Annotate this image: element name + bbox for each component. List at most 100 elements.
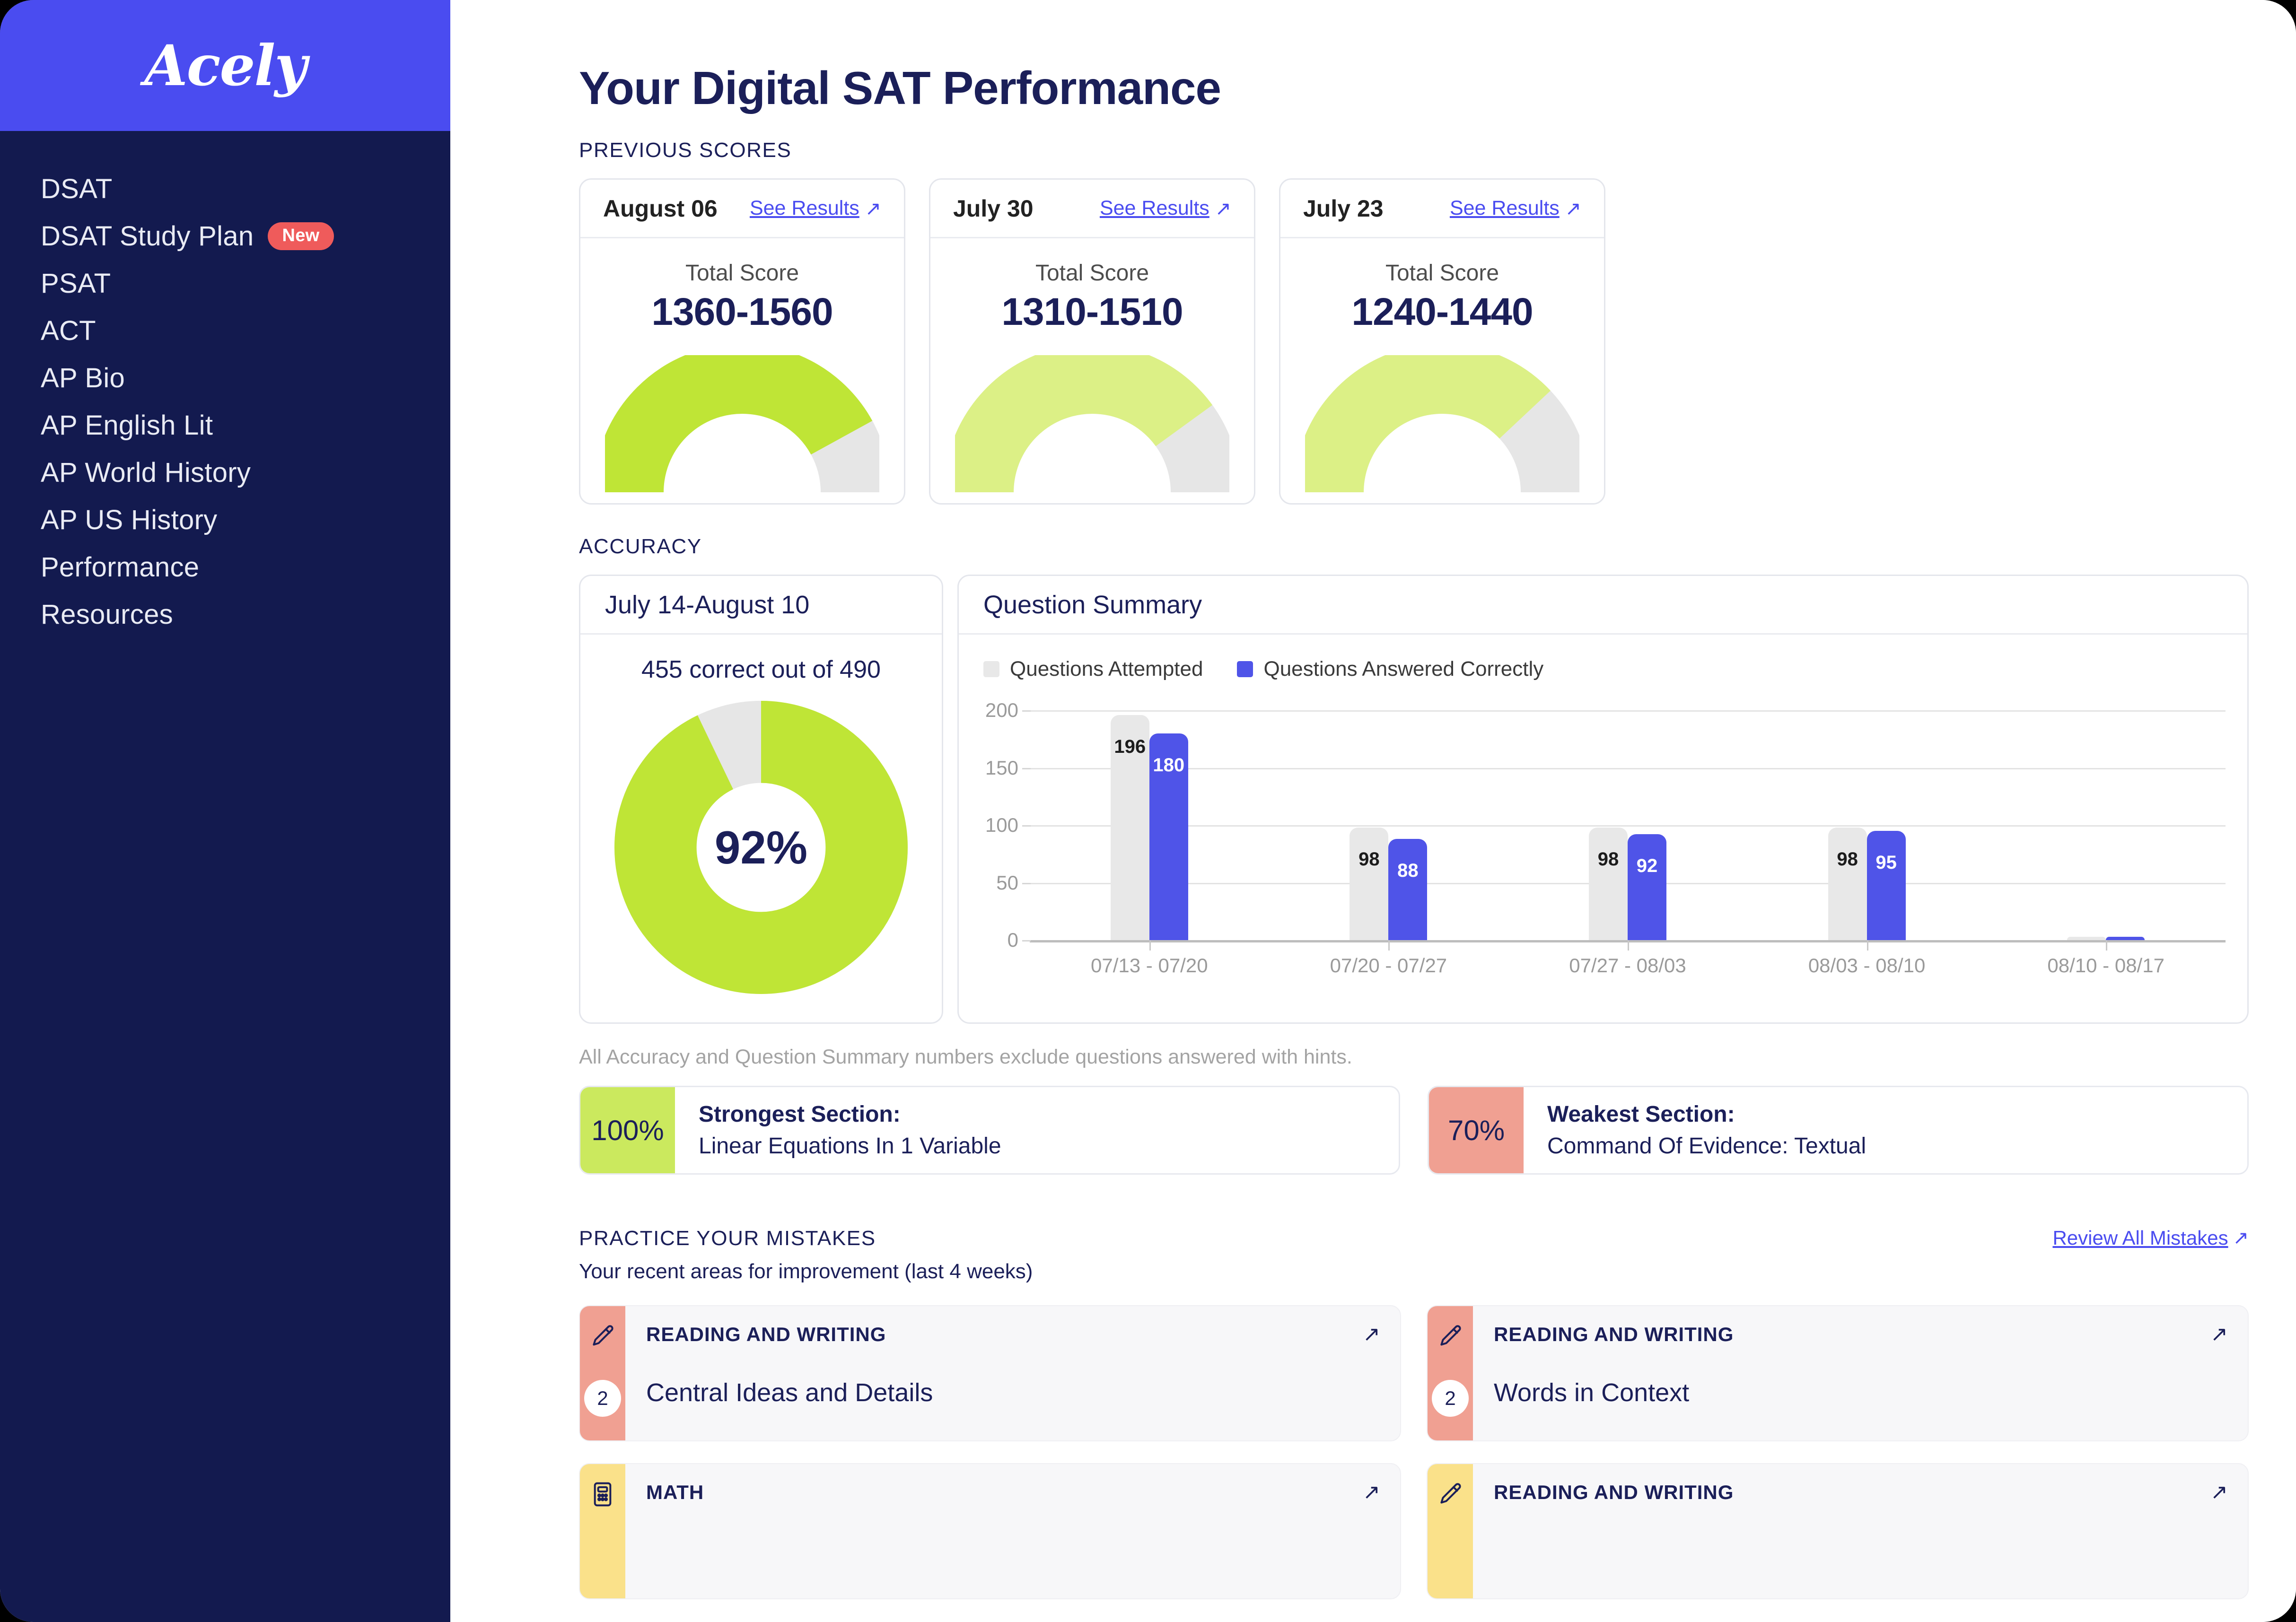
sidebar-item-psat[interactable]: PSAT xyxy=(0,260,450,307)
sidebar-item-label: Performance xyxy=(41,551,200,583)
practice-mistakes-subtitle: Your recent areas for improvement (last … xyxy=(579,1260,1033,1283)
bar-correct[interactable]: 92 xyxy=(1627,710,1666,940)
see-results-label: See Results xyxy=(749,197,859,219)
mistake-card[interactable]: MATH ↗ xyxy=(579,1463,1401,1599)
y-axis-tick: 150 xyxy=(985,756,1031,779)
total-score-value: 1310-1510 xyxy=(1001,290,1183,333)
section-title: Weakest Section: xyxy=(1547,1102,1735,1127)
score-card-body: Total Score 1240-1440 xyxy=(1280,238,1604,503)
pencil-icon xyxy=(1440,1325,1461,1346)
external-link-icon: ↗ xyxy=(1363,1323,1380,1346)
bar-value-label: 92 xyxy=(1636,855,1658,877)
mistake-count-badge: 2 xyxy=(584,1380,621,1417)
bar-group: 98 88 07/20 - 07/27 xyxy=(1269,710,1508,977)
sidebar-item-dsat[interactable]: DSAT xyxy=(0,165,450,212)
question-summary-chart: 0 50 100 150 200 196 180 07/13 - 07/20 98 88 07/2… xyxy=(959,699,2247,980)
legend-label: Questions Answered Correctly xyxy=(1263,657,1544,680)
mistake-card-body: READING AND WRITING ↗ xyxy=(1473,1464,2248,1598)
review-all-mistakes-link[interactable]: Review All Mistakes ↗ xyxy=(2052,1227,2249,1249)
sidebar-item-act[interactable]: ACT xyxy=(0,307,450,354)
mistake-card[interactable]: READING AND WRITING ↗ xyxy=(1427,1463,2249,1599)
bar-attempted[interactable]: 98 xyxy=(1588,710,1628,940)
accuracy-summary: 455 correct out of 490 xyxy=(641,656,881,683)
hints-note: All Accuracy and Question Summary number… xyxy=(579,1046,1352,1068)
chart-bars: 196 180 07/13 - 07/20 98 88 07/20 - 07/27 98 92… xyxy=(1030,710,2226,977)
score-card-head: July 23 See Results ↗ xyxy=(1280,180,1604,238)
total-score-value: 1240-1440 xyxy=(1351,290,1533,333)
page-title: Your Digital SAT Performance xyxy=(579,62,1221,114)
external-link-icon: ↗ xyxy=(2233,1228,2249,1248)
accuracy-card-body: 455 correct out of 490 92% xyxy=(580,635,942,1022)
sidebar-item-resources[interactable]: Resources xyxy=(0,591,450,638)
mistake-category: MATH xyxy=(646,1481,704,1503)
external-link-icon: ↗ xyxy=(2210,1323,2228,1346)
bar-value-label: 98 xyxy=(1597,848,1619,870)
sidebar-item-label: AP Bio xyxy=(41,362,125,393)
calculator-icon xyxy=(594,1482,612,1507)
score-card: July 23 See Results ↗ Total Score 1240-1440 xyxy=(1279,178,1605,505)
pencil-icon xyxy=(1440,1483,1461,1504)
see-results-label: See Results xyxy=(1099,197,1209,219)
bar-value-label: 196 xyxy=(1114,736,1146,757)
y-axis-tick: 50 xyxy=(996,871,1031,894)
section-name: Command Of Evidence: Textual xyxy=(1547,1134,1867,1159)
sidebar-item-badge: New xyxy=(268,222,334,250)
acely-logo: Acely xyxy=(144,33,307,98)
gauge-svg xyxy=(605,355,879,493)
bar-correct[interactable]: 88 xyxy=(1388,710,1428,940)
question-summary-card: Question Summary Questions Attempted Ques… xyxy=(957,575,2249,1024)
y-axis-tick: 200 xyxy=(985,699,1031,721)
legend-item: Questions Attempted xyxy=(983,657,1203,681)
mistake-category: READING AND WRITING xyxy=(646,1323,886,1345)
sections-row: 100% Strongest Section: Linear Equations I… xyxy=(579,1086,2249,1175)
sidebar-item-ap-us-history[interactable]: AP US History xyxy=(0,496,450,543)
accuracy-row: July 14-August 10 455 correct out of 490… xyxy=(579,575,2249,1024)
sidebar-item-label: AP World History xyxy=(41,457,251,488)
sidebar-item-ap-bio[interactable]: AP Bio xyxy=(0,354,450,401)
section-percent: 100% xyxy=(580,1087,675,1173)
mistake-card-body: READING AND WRITING Central Ideas and Det… xyxy=(625,1306,1400,1440)
sidebar-item-dsat-study-plan[interactable]: DSAT Study Plan New xyxy=(0,212,450,260)
review-all-mistakes-label: Review All Mistakes xyxy=(2052,1227,2228,1249)
total-score-label: Total Score xyxy=(1385,261,1499,286)
sidebar-item-ap-world-history[interactable]: AP World History xyxy=(0,449,450,496)
x-axis-tick: 08/03 - 08/10 xyxy=(1808,954,1926,977)
weakest-section-card: 70% Weakest Section: Command Of Evidence: … xyxy=(1428,1086,2249,1175)
question-summary-title: Question Summary xyxy=(983,590,1202,619)
bar-fill xyxy=(2067,936,2106,940)
mistake-count-badge: 2 xyxy=(1432,1380,1469,1417)
bar-attempted[interactable]: 98 xyxy=(1350,710,1389,940)
bar-fill xyxy=(1588,827,1628,940)
score-card-date: July 23 xyxy=(1303,195,1384,222)
y-axis-tick: 0 xyxy=(1007,929,1031,951)
sidebar-nav: DSAT DSAT Study Plan New PSAT ACT AP Bio AP En… xyxy=(0,131,450,638)
sidebar-item-performance[interactable]: Performance xyxy=(0,543,450,591)
practice-mistakes-grid: 2 READING AND WRITING Central Ideas and De… xyxy=(579,1305,2249,1599)
section-title: Strongest Section: xyxy=(699,1102,901,1127)
bar-attempted[interactable] xyxy=(2067,710,2106,940)
question-summary-head: Question Summary xyxy=(959,576,2247,635)
bar-attempted[interactable]: 98 xyxy=(1828,710,1867,940)
bar-correct[interactable] xyxy=(2106,710,2145,940)
external-link-icon: ↗ xyxy=(1565,197,1581,219)
chart-legend: Questions Attempted Questions Answered Co… xyxy=(959,635,2247,681)
mistake-card[interactable]: 2 READING AND WRITING Words in Context ↗ xyxy=(1427,1305,2249,1441)
sidebar-item-label: AP English Lit xyxy=(41,410,213,441)
bar-fill xyxy=(1388,839,1428,940)
see-results-label: See Results xyxy=(1449,197,1560,219)
bar-attempted[interactable]: 196 xyxy=(1110,710,1149,940)
score-gauge xyxy=(605,355,879,493)
logo-bar: Acely xyxy=(0,0,450,131)
pencil-icon xyxy=(1437,1481,1463,1508)
pencil-icon xyxy=(589,1323,616,1350)
mistake-card[interactable]: 2 READING AND WRITING Central Ideas and De… xyxy=(579,1305,1401,1441)
see-results-link[interactable]: See Results ↗ xyxy=(1100,197,1231,220)
bar-correct[interactable]: 95 xyxy=(1867,710,1906,940)
sidebar-item-ap-english-lit[interactable]: AP English Lit xyxy=(0,401,450,449)
sidebar-item-label: AP US History xyxy=(41,504,218,535)
previous-scores-label: PREVIOUS SCORES xyxy=(579,139,792,162)
bar-correct[interactable]: 180 xyxy=(1149,710,1188,940)
see-results-link[interactable]: See Results ↗ xyxy=(750,197,881,220)
see-results-link[interactable]: See Results ↗ xyxy=(1450,197,1581,220)
x-axis-tickmark xyxy=(1627,940,1629,951)
